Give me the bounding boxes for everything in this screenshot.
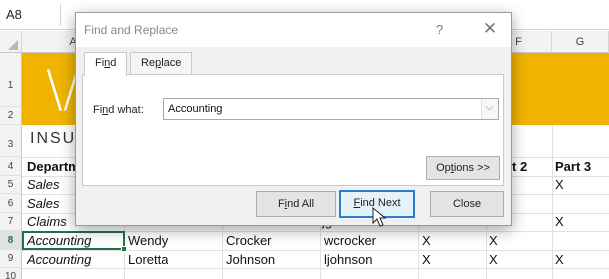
row-header-9[interactable]: 9: [0, 250, 22, 268]
close-button[interactable]: Close: [430, 191, 504, 217]
cell-d9[interactable]: ljohnson: [324, 252, 372, 267]
banner-subtitle: INSU: [30, 130, 77, 147]
row-header-10[interactable]: 10: [0, 268, 22, 279]
select-all-corner[interactable]: [0, 31, 22, 53]
cell-a6[interactable]: Sales: [27, 196, 60, 211]
name-box[interactable]: A8: [6, 7, 22, 22]
row-header-4[interactable]: 4: [0, 157, 22, 176]
cell-g7[interactable]: X: [555, 214, 564, 229]
row-header-3[interactable]: 3: [0, 125, 22, 157]
find-history-dropdown[interactable]: ⌵: [481, 99, 498, 119]
help-icon[interactable]: ?: [436, 22, 443, 37]
cell-a5[interactable]: Sales: [27, 177, 60, 192]
cell-b9[interactable]: Loretta: [128, 252, 168, 267]
find-what-label: Find what:: [93, 104, 144, 116]
row-header-7[interactable]: 7: [0, 213, 22, 231]
tab-find[interactable]: Find: [84, 52, 128, 76]
cell-d8[interactable]: wcrocker: [324, 233, 376, 248]
cell-c8[interactable]: Crocker: [226, 233, 272, 248]
fill-handle[interactable]: [121, 246, 127, 252]
cell-e9[interactable]: X: [422, 252, 431, 267]
cell-f8[interactable]: X: [489, 233, 498, 248]
row-header-2[interactable]: 2: [0, 107, 22, 125]
name-box-divider: [60, 4, 61, 26]
cell-f9[interactable]: X: [489, 252, 498, 267]
find-tab-panel: Find what: Accounting ⌵ Options >>: [82, 74, 504, 186]
cell-c9[interactable]: Johnson: [226, 252, 275, 267]
close-icon[interactable]: ✕: [478, 19, 502, 39]
dialog-titlebar[interactable]: Find and Replace ? ✕: [76, 13, 511, 47]
row-header-8[interactable]: 8: [0, 231, 22, 250]
find-what-input[interactable]: Accounting ⌵: [163, 98, 499, 120]
cell-f4[interactable]: t 2: [512, 159, 527, 174]
cell-b8[interactable]: Wendy: [128, 233, 168, 248]
cell-e8[interactable]: X: [422, 233, 431, 248]
row-header-6[interactable]: 6: [0, 194, 22, 213]
cell-g5[interactable]: X: [555, 177, 564, 192]
cell-g4[interactable]: Part 3: [555, 159, 591, 174]
dialog-title: Find and Replace: [84, 23, 179, 37]
tab-replace[interactable]: Replace: [130, 52, 193, 75]
row-header-5[interactable]: 5: [0, 176, 22, 194]
options-button[interactable]: Options >>: [426, 156, 500, 180]
cell-g9[interactable]: X: [555, 252, 564, 267]
mouse-cursor-icon: [372, 207, 387, 227]
cell-a7[interactable]: Claims: [27, 214, 67, 229]
excel-window: A8 A B C D E F G \/ INSU 1 2 3 4 5 6 7: [0, 0, 609, 279]
column-header-g[interactable]: G: [552, 31, 609, 53]
row-header-1[interactable]: 1: [0, 53, 22, 107]
active-cell-selection[interactable]: [22, 231, 127, 252]
find-what-value: Accounting: [168, 103, 223, 115]
cell-a4[interactable]: Departm: [27, 159, 80, 174]
find-all-button[interactable]: Find All: [256, 191, 336, 217]
find-replace-dialog: Find and Replace ? ✕ Find Replace Find w…: [75, 12, 512, 226]
cell-a9[interactable]: Accounting: [27, 252, 91, 267]
chevron-down-icon: ⌵: [486, 102, 493, 112]
